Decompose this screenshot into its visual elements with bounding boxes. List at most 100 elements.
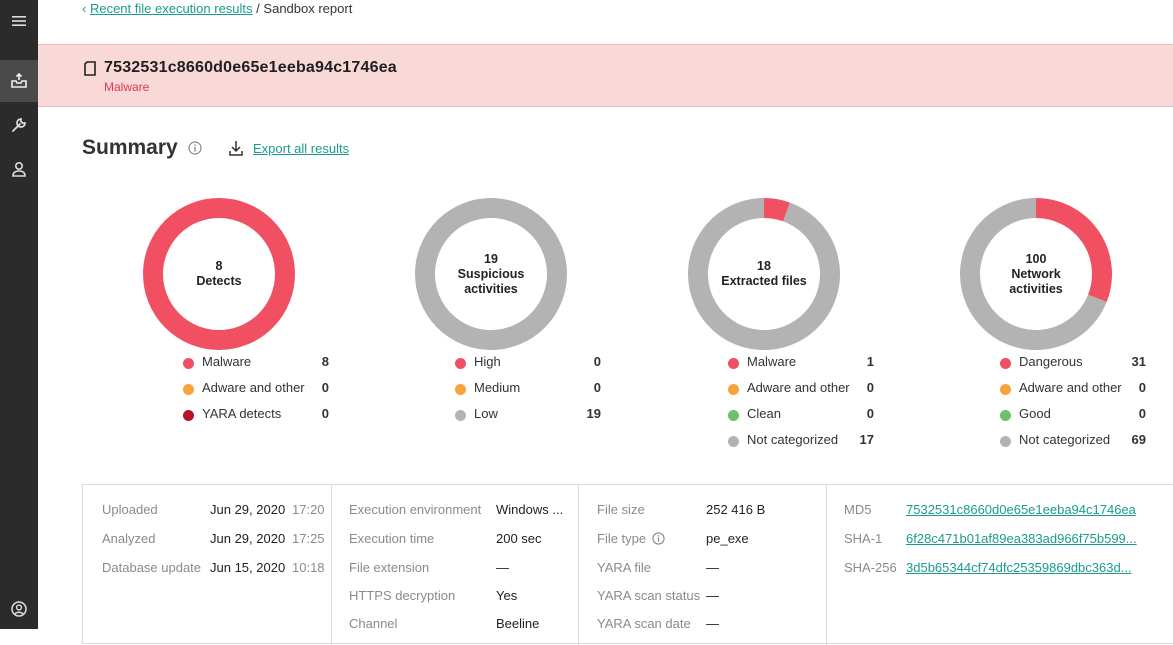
legend-label: Not categorized [1019, 432, 1110, 447]
legend-label: Adware and other [1019, 380, 1122, 395]
info-icon[interactable] [188, 141, 202, 155]
donut-center-number: 8 [216, 259, 223, 274]
donut-center-text-2: activities [464, 282, 518, 297]
legend-dot-icon [728, 358, 739, 369]
donut-center-text-1: Suspicious [458, 267, 525, 282]
donut-center-label: 19 Suspicious activities [415, 198, 567, 350]
legend-label: Malware [202, 354, 251, 369]
details-execution-column: Execution environment Windows ... Execut… [331, 485, 578, 645]
legend-count: 19 [571, 406, 601, 421]
legend-count: 8 [299, 354, 329, 369]
donut-center-number: 18 [757, 259, 771, 274]
legend-label: Dangerous [1019, 354, 1083, 369]
legend-dot-icon [455, 384, 466, 395]
details-file-info-column: File size 252 416 B File type pe_exe YAR… [578, 485, 826, 645]
legend-dot-icon [728, 410, 739, 421]
chevron-left-icon: ‹ [82, 1, 90, 16]
md5-link[interactable]: 7532531c8660d0e65e1eeba94c1746ea [906, 502, 1136, 517]
sidebar-item-tools[interactable] [0, 104, 38, 146]
legend-label: Good [1019, 406, 1051, 421]
legend-item: Not categorized69 [960, 430, 1173, 456]
legend-item: YARA detects 0 [143, 404, 363, 430]
legend-count: 0 [571, 380, 601, 395]
legend-count: 0 [299, 406, 329, 421]
legend-item: Adware and other0 [688, 378, 908, 404]
legend-item: Adware and other0 [960, 378, 1173, 404]
chart-legend: Malware1Adware and other0Clean0Not categ… [688, 352, 908, 456]
legend-item: Malware 8 [143, 352, 363, 378]
sha256-link[interactable]: 3d5b65344cf74dfc25359869dbc363d... [906, 560, 1132, 575]
legend-item: Dangerous 31 [960, 352, 1173, 378]
donut-center-label: 18 Extracted files [688, 198, 840, 350]
sha1-link[interactable]: 6f28c471b01af89ea383ad966f75b599... [906, 531, 1137, 546]
sidebar-item-sandbox[interactable] [0, 60, 38, 102]
info-icon[interactable] [652, 532, 665, 545]
export-all-results-link[interactable]: Export all results [253, 141, 349, 156]
legend-item: Malware1 [688, 352, 908, 378]
donut-center-text-2: activities [1009, 282, 1063, 297]
legend-count: 0 [844, 406, 874, 421]
chart-legend: High 0 Medium 0 Low 19 [415, 352, 635, 430]
legend-count: 0 [1116, 380, 1146, 395]
main-content: ‹ Recent file execution results / Sandbo… [38, 0, 1173, 629]
legend-count: 0 [844, 380, 874, 395]
details-dates-column: Uploaded Jun 29, 2020 17:20 Analyzed Jun… [83, 485, 331, 645]
legend-count: 17 [844, 432, 874, 447]
legend-label: Clean [747, 406, 781, 421]
donut-center-text-1: Extracted files [721, 274, 806, 289]
account-circle-icon [10, 600, 28, 618]
legend-item: Good 0 [960, 404, 1173, 430]
sidebar-item-users[interactable] [0, 148, 38, 190]
file-verdict: Malware [104, 80, 149, 94]
legend-label: Low [474, 406, 498, 421]
legend-count: 0 [571, 354, 601, 369]
sidebar-item-account[interactable] [0, 588, 38, 630]
details-hashes-column: MD5 7532531c8660d0e65e1eeba94c1746ea SHA… [826, 485, 1173, 645]
breadcrumb-separator: / [256, 1, 260, 16]
donut-center-number: 19 [484, 252, 498, 267]
legend-dot-icon [1000, 410, 1011, 421]
legend-label: Medium [474, 380, 520, 395]
legend-label: Malware [747, 354, 796, 369]
legend-item: Not categorized 17 [688, 430, 908, 456]
legend-dot-icon [1000, 436, 1011, 447]
legend-dot-icon [455, 358, 466, 369]
download-icon[interactable] [228, 140, 244, 156]
legend-label: Not categorized [747, 432, 838, 447]
legend-label: Adware and other [202, 380, 305, 395]
menu-button[interactable] [0, 0, 38, 42]
legend-dot-icon [728, 436, 739, 447]
legend-item: Medium 0 [415, 378, 635, 404]
wrench-icon [10, 116, 28, 134]
summary-title: Summary [82, 136, 178, 160]
breadcrumb-back-link[interactable]: Recent file execution results [90, 1, 253, 16]
chart-legend: Dangerous31Adware and other0Good0Not cat… [960, 352, 1173, 456]
legend-dot-icon [728, 384, 739, 395]
legend-label: YARA detects [202, 406, 281, 421]
legend-dot-icon [183, 384, 194, 395]
chart-legend: Malware8Adware and other0YARA detects0 [143, 352, 363, 430]
donut-center-label: 8 Detects [143, 198, 295, 350]
legend-count: 31 [1116, 354, 1146, 369]
file-verdict-banner: 7532531c8660d0e65e1eeba94c1746ea Malware [38, 44, 1173, 107]
sidebar [0, 0, 38, 629]
file-icon [84, 61, 96, 76]
donut-center-number: 100 [1026, 252, 1047, 267]
legend-item: High 0 [415, 352, 635, 378]
user-icon [10, 160, 28, 178]
legend-item: Adware and other0 [143, 378, 363, 404]
legend-count: 0 [1116, 406, 1146, 421]
breadcrumb-current: Sandbox report [263, 1, 352, 16]
legend-count: 0 [299, 380, 329, 395]
file-hash-title: 7532531c8660d0e65e1eeba94c1746ea [104, 59, 397, 77]
hamburger-icon [10, 12, 28, 30]
legend-item: Low 19 [415, 404, 635, 430]
legend-dot-icon [183, 358, 194, 369]
legend-label: High [474, 354, 501, 369]
legend-label: Adware and other [747, 380, 850, 395]
legend-dot-icon [1000, 384, 1011, 395]
donut-center-text-1: Network [1011, 267, 1060, 282]
donut-center-label: 100 Network activities [960, 198, 1112, 350]
donut-center-text-1: Detects [196, 274, 241, 289]
legend-dot-icon [1000, 358, 1011, 369]
